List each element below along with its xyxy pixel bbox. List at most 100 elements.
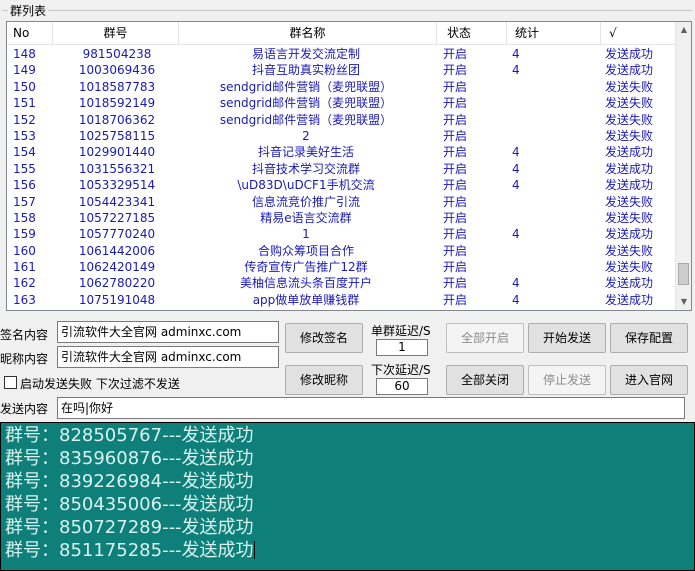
scroll-up-icon[interactable]: ▲: [676, 22, 691, 38]
row-group-name: 信息流竞价推广引流: [251, 194, 360, 209]
sign-label: 签名内容: [0, 328, 49, 342]
single-delay-label: 单群延迟/S: [371, 324, 431, 338]
row-group-name: 精易e语言交流群: [260, 210, 352, 225]
row-result: 发送失败: [605, 210, 654, 225]
table-row[interactable]: 150 1018587783 sendgrid邮件营销（麦兜联盟） 开启 发送失败: [7, 79, 677, 95]
scroll-down-icon[interactable]: ▼: [676, 294, 691, 310]
row-result: 发送成功: [605, 47, 654, 61]
group-divider: [2, 10, 692, 11]
row-count: 4: [512, 292, 520, 307]
modify-sign-button[interactable]: 修改签名: [285, 323, 363, 353]
row-state: 开启: [443, 292, 468, 307]
row-state: 开启: [443, 63, 468, 78]
row-no: 149: [13, 63, 36, 78]
log-line: 群号：850435006---发送成功: [5, 493, 690, 516]
table-row[interactable]: 158 1057227185 精易e语言交流群 开启 发送失败: [7, 210, 677, 226]
col-header-count[interactable]: 统计: [507, 22, 601, 45]
log-line: 群号：839226984---发送成功: [5, 470, 690, 493]
row-result: 发送失败: [605, 96, 654, 111]
row-no: 160: [13, 243, 36, 258]
col-header-id[interactable]: 群号: [53, 22, 179, 45]
log-line: 群号：835960876---发送成功: [5, 447, 690, 470]
row-no: 154: [13, 145, 36, 160]
row-count: [512, 95, 592, 111]
table-row[interactable]: 151 1018592149 sendgrid邮件营销（麦兜联盟） 开启 发送失败: [7, 95, 677, 111]
row-group-id: 1018592149: [78, 96, 156, 111]
send-log[interactable]: 群号：828505767---发送成功 群号：835960876---发送成功 群号…: [0, 422, 695, 571]
row-no: 163: [13, 292, 36, 307]
row-no: 152: [13, 112, 36, 127]
scroll-thumb[interactable]: [678, 263, 689, 285]
col-header-no[interactable]: No: [7, 22, 53, 45]
col-header-name[interactable]: 群名称: [179, 22, 437, 45]
table-row[interactable]: 163 1075191048 app做单放单赚钱群 开启 4 发送成功: [7, 292, 677, 308]
table-row[interactable]: 154 1029901440 抖音记录美好生活 开启 4 发送成功: [7, 144, 677, 160]
row-count: 4: [512, 47, 520, 61]
col-header-state[interactable]: 状态: [437, 22, 507, 45]
table-row[interactable]: 161 1062420149 传奇宣传广告推广12群 开启 发送失败: [7, 259, 677, 275]
row-group-id: 1025758115: [78, 128, 156, 143]
row-no: 150: [13, 79, 36, 94]
row-group-name: 抖音记录美好生活: [257, 145, 354, 160]
row-state: 开启: [443, 227, 468, 242]
enter-site-button[interactable]: 进入官网: [610, 365, 688, 395]
table-row[interactable]: 152 1018706362 sendgrid邮件营销（麦兜联盟） 开启 发送失败: [7, 112, 677, 128]
nick-input[interactable]: 引流软件大全官网 adminxc.com: [57, 346, 279, 368]
row-group-name: sendgrid邮件营销（麦兜联盟）: [219, 79, 393, 94]
row-group-name: \uD83D\uDCF1手机交流: [237, 178, 375, 193]
table-row[interactable]: 157 1054423341 信息流竞价推广引流 开启 发送失败: [7, 194, 677, 210]
row-count: 4: [512, 276, 520, 291]
single-delay-input[interactable]: 1: [376, 339, 428, 356]
log-line-text: 群号：851175285---发送成功: [5, 540, 254, 561]
row-result: 发送失败: [605, 260, 654, 275]
col-header-result[interactable]: √: [601, 22, 677, 45]
save-config-button[interactable]: 保存配置: [610, 323, 688, 353]
list-scrollbar[interactable]: ▲ ▼: [675, 22, 691, 310]
row-group-id: 1018706362: [78, 112, 156, 127]
log-line: 群号：851175285---发送成功: [5, 539, 690, 562]
log-line-text: 群号：839226984---发送成功: [5, 471, 254, 492]
all-open-button[interactable]: 全部开启: [446, 323, 524, 353]
all-close-button[interactable]: 全部关闭: [446, 365, 524, 395]
row-no: 162: [13, 276, 36, 291]
row-group-id: 981504238: [82, 47, 152, 61]
send-content-input[interactable]: 在吗|你好: [57, 397, 685, 419]
sign-input[interactable]: 引流软件大全官网 adminxc.com: [57, 321, 279, 343]
row-group-name: 2: [302, 128, 310, 143]
table-row[interactable]: 153 1025758115 2 开启 发送失败: [7, 128, 677, 144]
table-row[interactable]: 149 1003069436 抖音互助真实粉丝团 开启 4 发送成功: [7, 62, 677, 78]
table-row[interactable]: 156 1053329514 \uD83D\uDCF1手机交流 开启 4 发送成功: [7, 177, 677, 193]
row-group-id: 1062420149: [78, 260, 156, 275]
next-delay-label: 下次延迟/S: [371, 363, 431, 377]
table-row[interactable]: 160 1061442006 合购众筹项目合作 开启 发送失败: [7, 243, 677, 259]
table-row[interactable]: 148 981504238 易语言开发交流定制 开启 4 发送成功: [7, 46, 677, 62]
group-list[interactable]: No 群号 群名称 状态 统计 √ 148 981504238 易语言开发交流定制开…: [6, 21, 692, 311]
row-state: 开启: [443, 79, 468, 94]
row-state: 开启: [443, 178, 468, 193]
skip-failed-checkbox[interactable]: [4, 376, 17, 389]
table-row[interactable]: 159 1057770240 1 开启 4 发送成功: [7, 226, 677, 242]
row-no: 161: [13, 260, 36, 275]
next-delay-input[interactable]: 60: [376, 378, 428, 395]
log-line-text: 群号：850727289---发送成功: [5, 517, 254, 538]
row-result: 发送成功: [605, 161, 654, 176]
row-group-id: 1031556321: [78, 161, 156, 176]
skip-failed-label: 启动发送失败 下次过滤不发送: [20, 377, 180, 391]
row-group-name: sendgrid邮件营销（麦兜联盟）: [219, 112, 393, 127]
row-group-name: 易语言开发交流定制: [251, 47, 360, 61]
start-send-button[interactable]: 开始发送: [528, 323, 606, 353]
row-state: 开启: [443, 194, 468, 209]
row-no: 156: [13, 178, 36, 193]
stop-send-button[interactable]: 停止发送: [528, 365, 606, 395]
row-state: 开启: [443, 112, 468, 127]
row-group-id: 1057770240: [78, 227, 156, 242]
row-count: 4: [512, 161, 520, 176]
modify-nick-button[interactable]: 修改昵称: [285, 365, 363, 395]
group-list-title: 群列表: [8, 2, 49, 19]
table-row[interactable]: 155 1031556321 抖音技术学习交流群 开启 4 发送成功: [7, 161, 677, 177]
row-count: [512, 112, 592, 128]
table-row[interactable]: 162 1062780220 美柚信息流头条百度开户 开启 4 发送成功: [7, 275, 677, 291]
log-line: 群号：828505767---发送成功: [5, 424, 690, 447]
row-count: [512, 194, 592, 210]
row-result: 发送成功: [605, 178, 654, 193]
